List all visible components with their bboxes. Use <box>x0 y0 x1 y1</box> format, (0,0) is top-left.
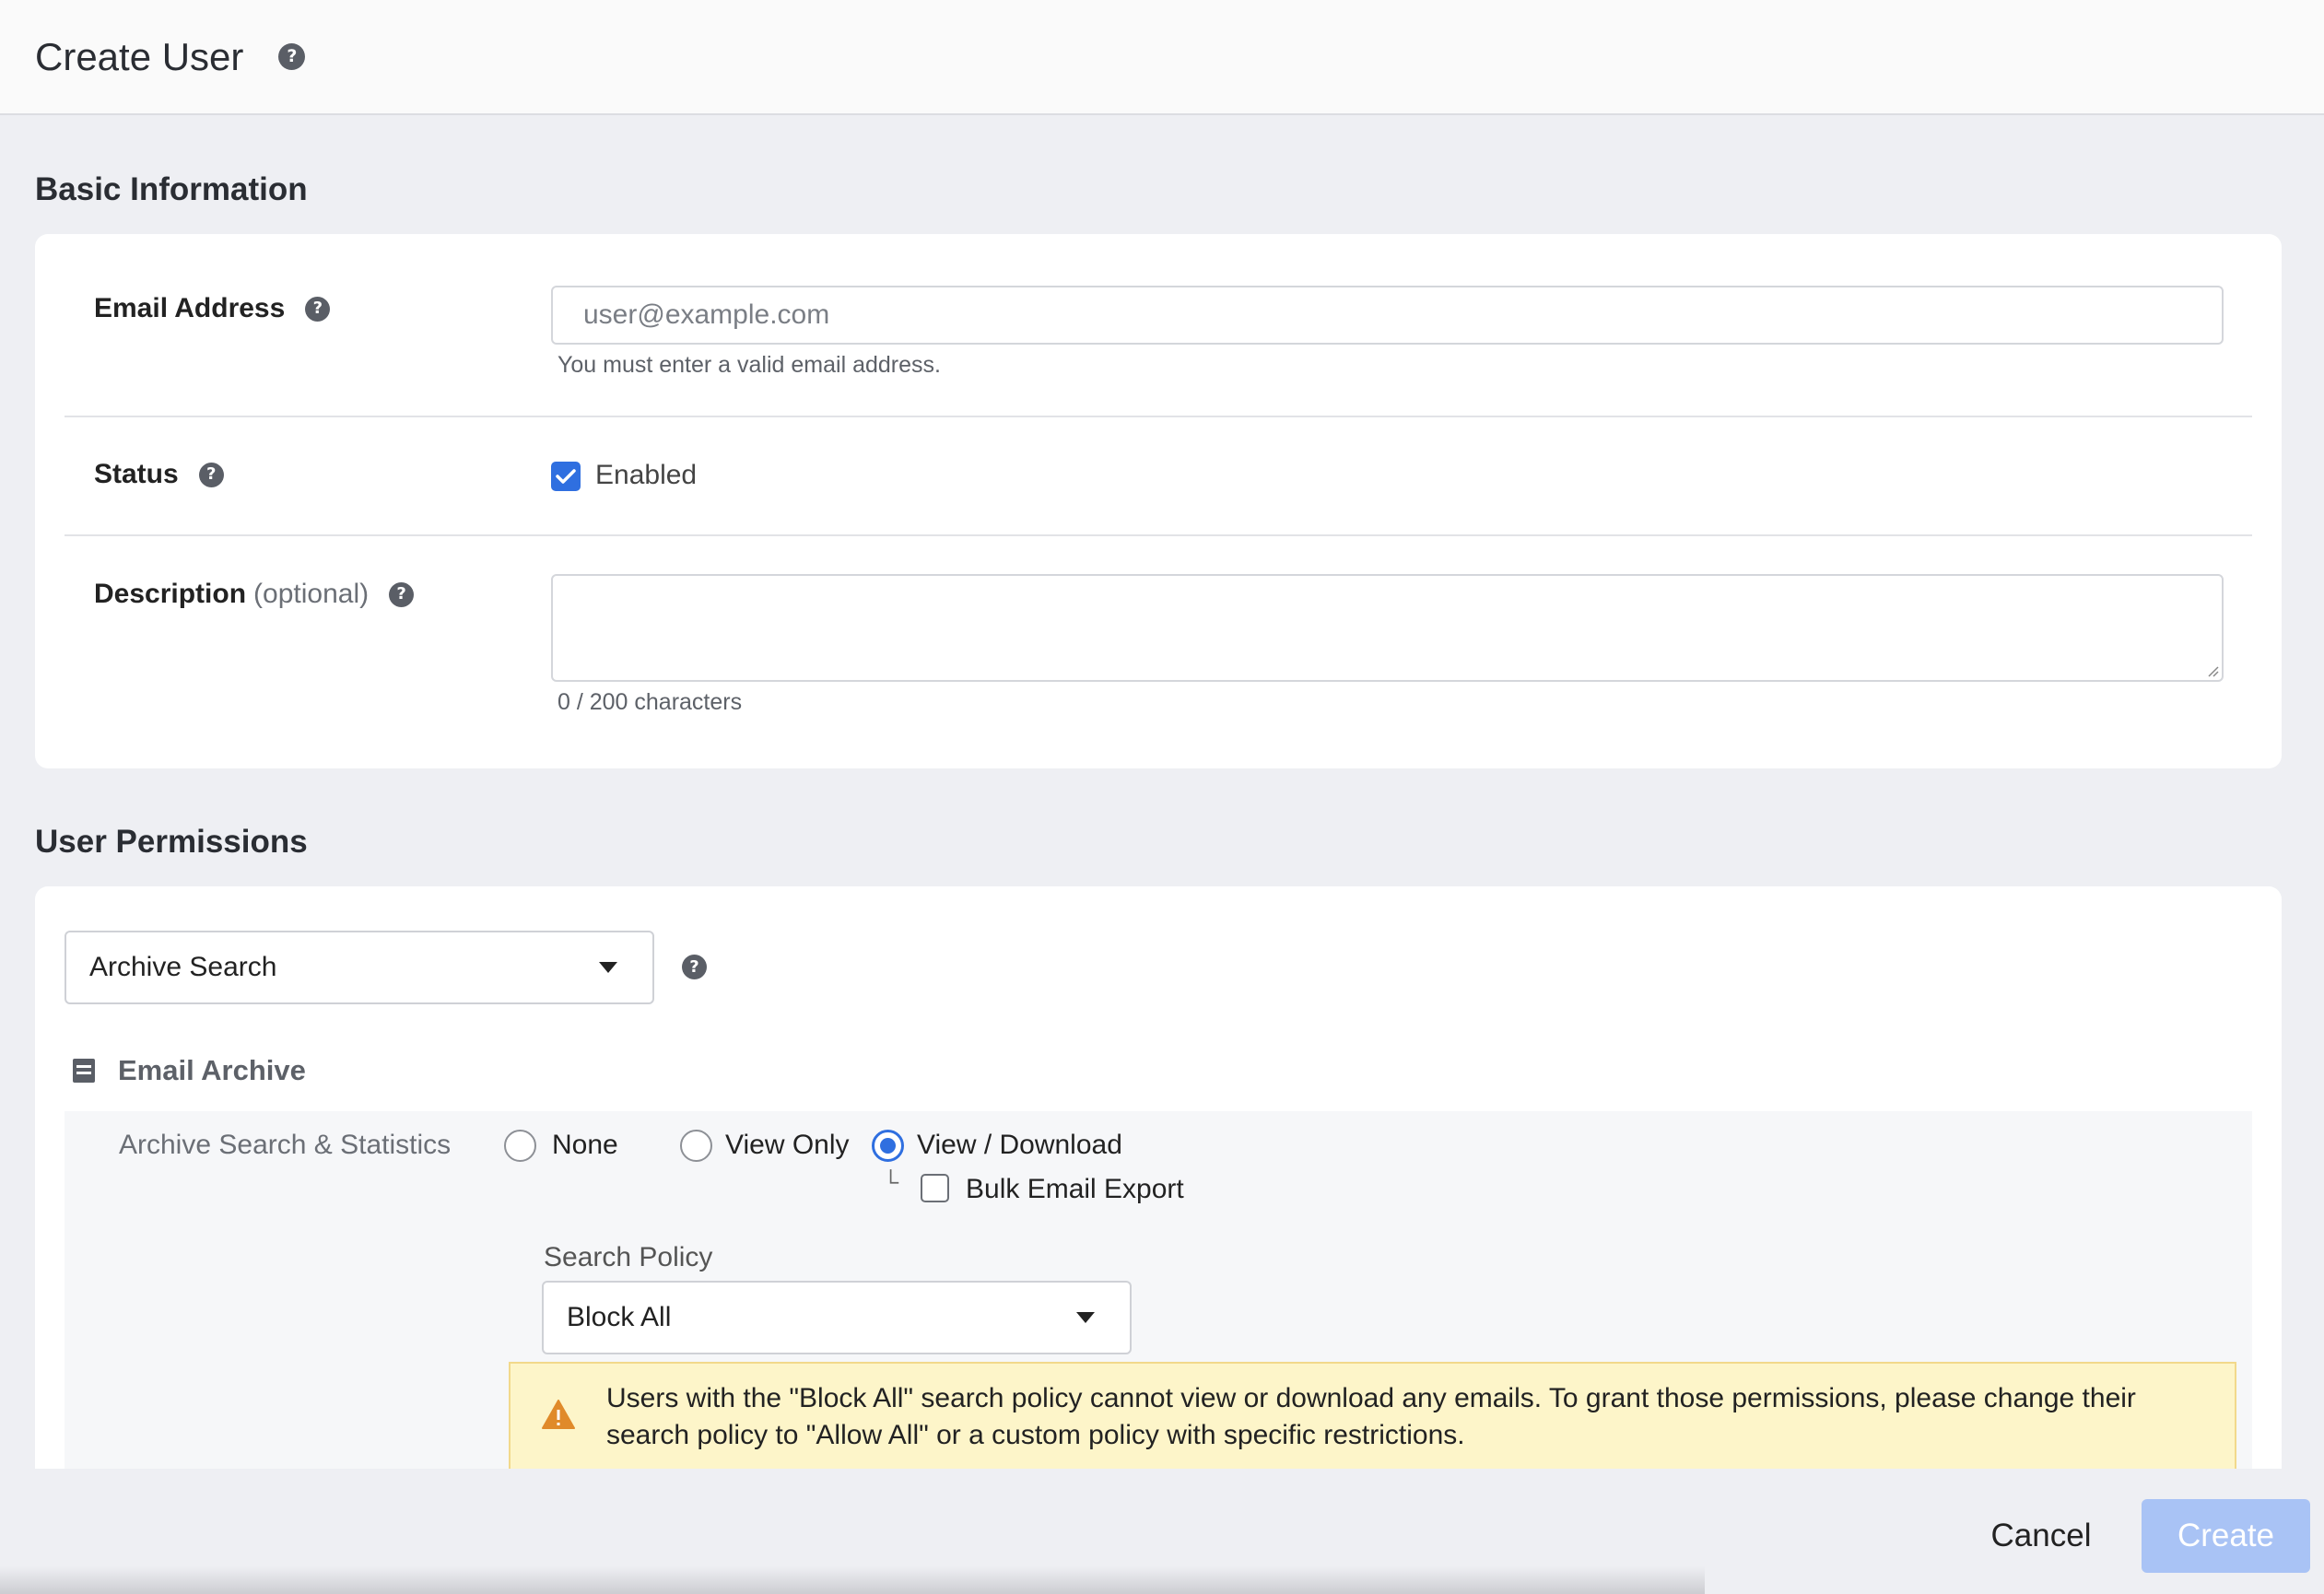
description-optional-label: (optional) <box>253 579 370 609</box>
page-title: Create User <box>35 34 244 78</box>
chevron-down-icon <box>1076 1312 1095 1323</box>
sub-option-connector: └ <box>883 1170 899 1195</box>
description-label: Description <box>94 579 247 609</box>
search-policy-select[interactable]: Block All <box>542 1281 1132 1354</box>
radio-view-only-label: View Only <box>725 1130 850 1160</box>
radio-view-download[interactable] <box>872 1130 904 1162</box>
permission-category-select[interactable]: Archive Search <box>65 931 654 1004</box>
radio-none[interactable] <box>504 1130 536 1162</box>
block-all-warning: Users with the "Block All" search policy… <box>509 1362 2236 1469</box>
description-textarea[interactable] <box>551 574 2224 682</box>
bulk-email-export-checkbox[interactable] <box>921 1174 949 1202</box>
archive-search-statistics-label: Archive Search & Statistics <box>119 1130 452 1160</box>
question-circle-icon[interactable]: ? <box>389 581 415 607</box>
question-circle-icon[interactable]: ? <box>305 296 331 322</box>
check-icon <box>556 469 576 484</box>
question-circle-icon[interactable]: ? <box>198 462 224 487</box>
question-circle-icon[interactable]: ? <box>278 43 306 70</box>
archive-box-icon <box>73 1059 95 1083</box>
basic-information-title: Basic Information <box>35 171 308 207</box>
bottom-shadow <box>0 1566 1705 1594</box>
search-policy-value: Block All <box>567 1302 672 1332</box>
question-circle-icon[interactable]: ? <box>682 955 707 979</box>
description-counter: 0 / 200 characters <box>558 689 743 715</box>
email-label: Email Address <box>94 293 286 323</box>
email-hint: You must enter a valid email address. <box>558 352 941 378</box>
cancel-button[interactable]: Cancel <box>1977 1504 2106 1568</box>
page-header: Create User ? <box>0 0 2324 115</box>
status-label: Status <box>94 459 179 489</box>
resize-handle-icon[interactable] <box>2206 664 2219 677</box>
bulk-email-export-label: Bulk Email Export <box>966 1174 1184 1204</box>
radio-view-download-label: View / Download <box>917 1130 1122 1160</box>
radio-none-label: None <box>552 1130 618 1160</box>
search-policy-label: Search Policy <box>544 1242 713 1272</box>
user-permissions-title: User Permissions <box>35 824 308 860</box>
user-permissions-card: Archive Search ? Email Archive Archive S… <box>35 886 2282 1469</box>
warning-triangle-icon <box>542 1400 575 1429</box>
chevron-down-icon <box>599 962 617 973</box>
description-row-label: Description (optional) ? <box>94 579 415 610</box>
status-row-label: Status ? <box>94 459 224 490</box>
basic-information-card: Email Address ? user@example.com You mus… <box>35 234 2282 768</box>
create-button[interactable]: Create <box>2142 1499 2310 1573</box>
email-field[interactable]: user@example.com <box>551 286 2224 345</box>
radio-view-only[interactable] <box>680 1130 712 1162</box>
email-archive-title: Email Archive <box>118 1054 306 1086</box>
status-enabled-checkbox[interactable] <box>551 462 581 491</box>
warning-text: Users with the "Block All" search policy… <box>606 1383 2136 1450</box>
status-enabled-label: Enabled <box>595 460 698 490</box>
permission-category-value: Archive Search <box>89 952 277 982</box>
divider <box>65 416 2252 417</box>
divider <box>65 534 2252 536</box>
email-placeholder: user@example.com <box>583 299 830 330</box>
email-row-label: Email Address ? <box>94 293 331 324</box>
